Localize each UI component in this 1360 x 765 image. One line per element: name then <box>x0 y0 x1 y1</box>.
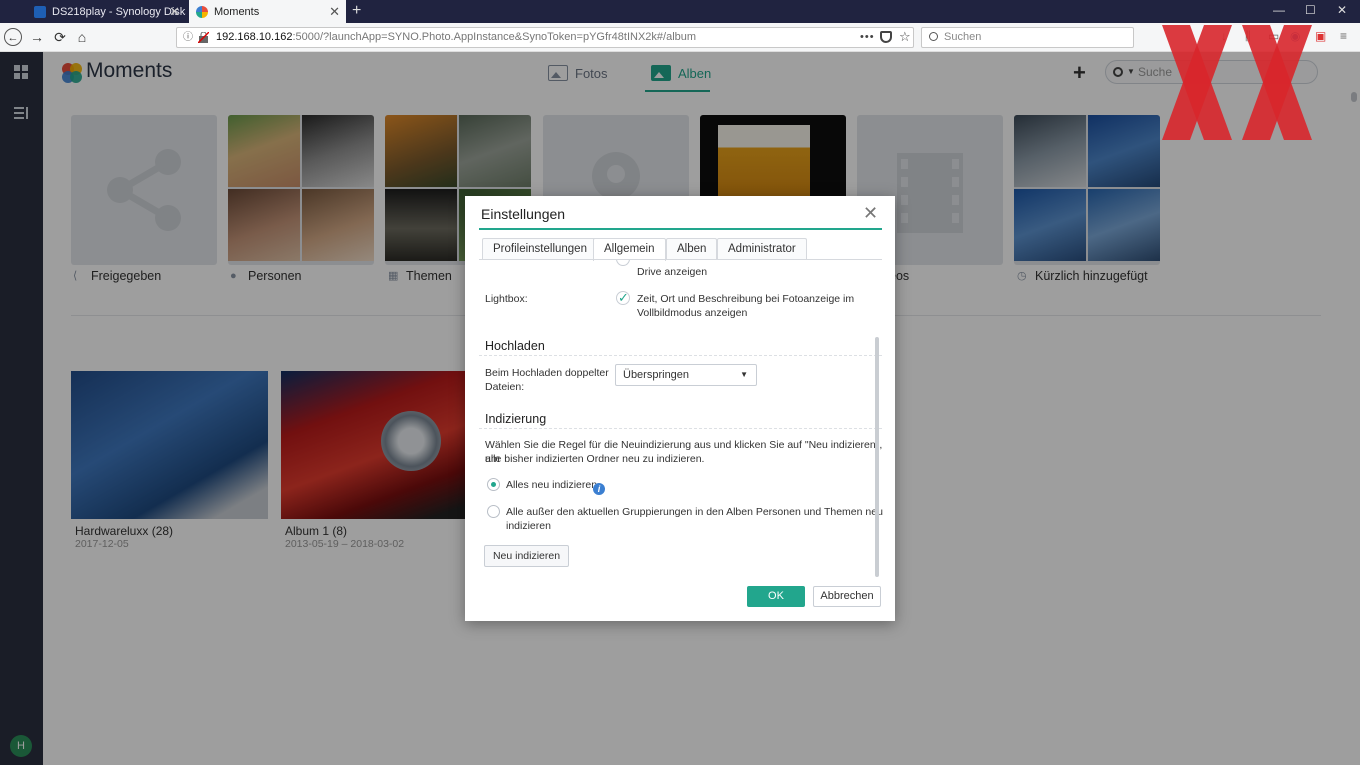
tab-title: DS218play - Synology DiskStati <box>52 5 186 18</box>
insecure-lock-icon <box>198 32 209 43</box>
browser-search-field[interactable]: Suchen <box>921 27 1134 48</box>
bookmark-star-icon[interactable]: ☆ <box>899 27 911 46</box>
radio-except-label[interactable]: indizieren <box>506 519 551 533</box>
tab-administrator[interactable]: Administrator <box>717 238 807 260</box>
radio-except-label[interactable]: Alle außer den aktuellen Gruppierungen i… <box>506 505 883 519</box>
pocket-icon[interactable] <box>880 31 892 43</box>
browser-tab-bar: DS218play - Synology DiskStati ✕ Moments… <box>0 0 1360 23</box>
radio-all-label[interactable]: Alles neu indizieren <box>506 478 597 492</box>
reindex-button[interactable]: Neu indizieren <box>484 545 569 567</box>
lightbox-checkbox-label[interactable]: Zeit, Ort und Beschreibung bei Fotoanzei… <box>637 292 854 306</box>
library-icon[interactable]: ⫼ <box>1245 30 1258 43</box>
duplicate-label: Dateien: <box>485 381 525 393</box>
checkbox[interactable] <box>616 260 630 266</box>
settings-dialog: Einstellungen ✕ Profileinstellungen Allg… <box>465 196 895 621</box>
download-icon[interactable]: ↓ <box>1221 30 1234 43</box>
sidebar-toggle-icon[interactable]: ▭ <box>1268 30 1281 43</box>
lightbox-checkbox-label[interactable]: Vollbildmodus anzeigen <box>637 306 747 320</box>
maximize-button[interactable]: ☐ <box>1305 3 1316 17</box>
chevron-down-icon: ▼ <box>740 370 748 379</box>
menu-icon[interactable]: ≡ <box>1340 30 1353 43</box>
radio-all[interactable] <box>487 478 500 491</box>
dialog-body: Drive anzeigen Lightbox: ✓ Zeit, Ort und… <box>465 260 895 580</box>
browser-nav-bar: ← → ⟳ ⌂ ⓘ 192.168.10.162:5000/?launchApp… <box>0 23 1360 52</box>
back-icon[interactable]: ← <box>4 28 22 46</box>
close-window-button[interactable]: ✕ <box>1337 3 1347 17</box>
tab-allgemein[interactable]: Allgemein <box>593 238 666 261</box>
minimize-button[interactable]: — <box>1273 3 1285 17</box>
search-icon <box>929 32 938 41</box>
checkmark-icon: ✓ <box>618 290 629 305</box>
section-hochladen: Hochladen <box>485 339 545 353</box>
extension-icon[interactable]: ◉ <box>1290 30 1303 43</box>
index-description: alle bisher indizierten Ordner neu zu in… <box>485 453 705 465</box>
close-tab-icon[interactable]: ✕ <box>169 4 180 20</box>
tab-title: Moments <box>214 5 260 18</box>
section-divider <box>479 355 882 356</box>
info-icon[interactable]: ⓘ <box>183 28 193 47</box>
section-divider <box>479 428 882 429</box>
radio-except[interactable] <box>487 505 500 518</box>
dialog-title: Einstellungen <box>481 206 566 222</box>
tab-alben[interactable]: Alben <box>666 238 718 260</box>
dialog-scrollbar[interactable] <box>875 337 879 577</box>
address-bar[interactable]: ⓘ 192.168.10.162:5000/?launchApp=SYNO.Ph… <box>176 27 914 48</box>
cancel-button[interactable]: Abbrechen <box>813 586 881 607</box>
tab-profileinstellungen[interactable]: Profileinstellungen <box>482 238 598 260</box>
info-icon[interactable]: i <box>593 483 605 495</box>
browser-tab-moments[interactable]: Moments ✕ <box>189 0 346 23</box>
dsm-favicon-icon <box>34 5 46 18</box>
close-icon[interactable]: ✕ <box>863 203 878 224</box>
url-text: 192.168.10.162:5000/?launchApp=SYNO.Phot… <box>216 31 697 43</box>
browser-tab-diskstation[interactable]: DS218play - Synology DiskStati ✕ <box>28 0 186 23</box>
page-actions-icon[interactable]: ••• <box>860 28 875 47</box>
lightbox-label: Lightbox: <box>485 293 528 305</box>
reload-icon[interactable]: ⟳ <box>51 28 69 46</box>
dialog-title-underline <box>479 228 882 230</box>
section-indizierung: Indizierung <box>485 412 547 426</box>
forward-icon[interactable]: → <box>28 28 46 46</box>
duplicate-label: Beim Hochladen doppelter <box>485 367 609 379</box>
moments-favicon-icon <box>196 5 208 18</box>
close-tab-icon[interactable]: ✕ <box>329 4 340 20</box>
addon-badge-icon[interactable]: ▣ <box>1315 30 1328 43</box>
duplicate-action-select[interactable]: Überspringen ▼ <box>615 364 757 386</box>
home-icon[interactable]: ⌂ <box>73 28 91 46</box>
new-tab-button[interactable]: + <box>352 2 361 20</box>
ok-button[interactable]: OK <box>747 586 805 607</box>
cut-off-text: Drive anzeigen <box>637 266 708 278</box>
